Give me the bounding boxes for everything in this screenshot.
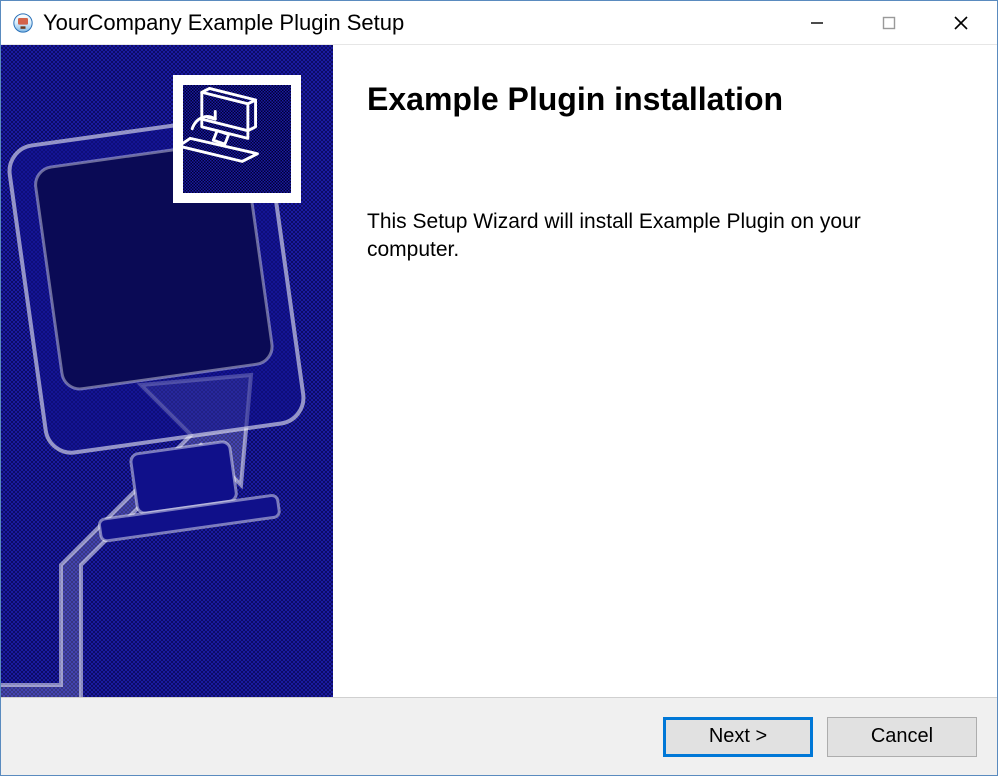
wizard-content: Example Plugin installation This Setup W… [333, 45, 997, 697]
next-button[interactable]: Next > [663, 717, 813, 757]
cancel-button[interactable]: Cancel [827, 717, 977, 757]
titlebar: YourCompany Example Plugin Setup [1, 1, 997, 45]
page-description: This Setup Wizard will install Example P… [367, 208, 927, 265]
maximize-button [853, 1, 925, 44]
minimize-button[interactable] [781, 1, 853, 44]
close-button[interactable] [925, 1, 997, 44]
banner-computer-icon [183, 85, 291, 193]
installer-icon [11, 11, 35, 35]
wizard-footer: Next > Cancel [1, 697, 997, 775]
banner-icon-box [173, 75, 301, 203]
page-heading: Example Plugin installation [367, 81, 963, 118]
window-title: YourCompany Example Plugin Setup [43, 10, 781, 36]
wizard-banner [1, 45, 333, 697]
client-area: Example Plugin installation This Setup W… [1, 45, 997, 697]
window-controls [781, 1, 997, 44]
